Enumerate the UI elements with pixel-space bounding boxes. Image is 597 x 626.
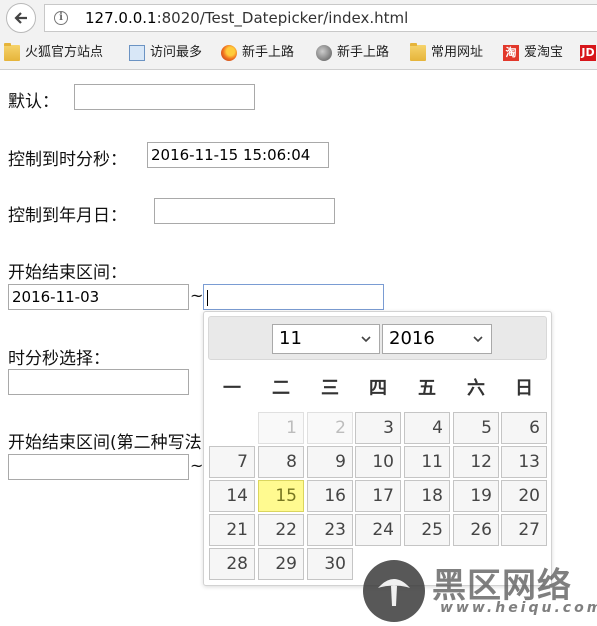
day-cell[interactable]: 4 bbox=[404, 412, 450, 444]
weekday-label: 六 bbox=[467, 378, 485, 399]
day-cell[interactable]: 27 bbox=[501, 514, 547, 546]
mushroom-logo-icon bbox=[378, 579, 410, 606]
day-cell[interactable]: 14 bbox=[209, 480, 255, 512]
day-cell[interactable]: 19 bbox=[453, 480, 499, 512]
day-cell[interactable]: 12 bbox=[453, 446, 499, 478]
day-cell[interactable]: 30 bbox=[307, 548, 353, 580]
default-label: 默认： bbox=[8, 92, 59, 112]
hms-input[interactable]: 2016-11-15 15:06:04 bbox=[147, 142, 329, 168]
ymd-label: 控制到年月日： bbox=[8, 206, 127, 226]
info-icon[interactable]: i bbox=[54, 11, 68, 25]
range2-label: 开始结束区间(第二种写法)： bbox=[8, 433, 226, 453]
chevron-down-icon bbox=[473, 336, 483, 343]
back-button[interactable] bbox=[6, 3, 36, 33]
weekday-label: 四 bbox=[369, 378, 387, 399]
time-label: 时分秒选择： bbox=[8, 349, 110, 369]
month-select[interactable]: 11 bbox=[272, 324, 380, 354]
text-caret bbox=[207, 289, 208, 306]
default-input[interactable] bbox=[74, 84, 255, 110]
range-start-input[interactable]: 2016-11-03 bbox=[8, 284, 189, 310]
range2-start-input[interactable] bbox=[8, 454, 189, 480]
day-cell[interactable]: 11 bbox=[404, 446, 450, 478]
day-cell[interactable]: 6 bbox=[501, 412, 547, 444]
url-text: 127.0.0.1:8020/Test_Datepicker/index.htm… bbox=[85, 9, 409, 27]
weekday-label: 二 bbox=[272, 378, 290, 399]
back-arrow-icon bbox=[14, 12, 27, 24]
range-end-input[interactable] bbox=[203, 284, 384, 310]
watermark-logo bbox=[363, 560, 425, 622]
folder-icon bbox=[4, 43, 20, 61]
weekday-label: 五 bbox=[418, 378, 436, 399]
day-cell[interactable]: 18 bbox=[404, 480, 450, 512]
globe-icon bbox=[316, 45, 332, 61]
day-cell[interactable]: 17 bbox=[355, 480, 401, 512]
range2-separator: ~ bbox=[190, 456, 204, 475]
weekday-label: 一 bbox=[223, 378, 241, 399]
weekday-label: 日 bbox=[515, 378, 533, 399]
day-cell[interactable]: 3 bbox=[355, 412, 401, 444]
day-cell[interactable]: 9 bbox=[307, 446, 353, 478]
url-input[interactable]: i 127.0.0.1:8020/Test_Datepicker/index.h… bbox=[44, 4, 597, 32]
day-cell[interactable]: 22 bbox=[258, 514, 304, 546]
watermark-url: www.heiqu.com bbox=[440, 600, 597, 616]
firefox-icon bbox=[221, 45, 237, 61]
day-cell: 1 bbox=[258, 412, 304, 444]
day-cell[interactable]: 5 bbox=[453, 412, 499, 444]
day-cell[interactable]: 16 bbox=[307, 480, 353, 512]
jd-icon: JD bbox=[580, 45, 596, 61]
day-cell[interactable]: 13 bbox=[501, 446, 547, 478]
day-cell[interactable]: 26 bbox=[453, 514, 499, 546]
bookmarks-bar: 火狐官方站点 访问最多 新手上路 新手上路 常用网址 淘 爱淘宝 JD bbox=[0, 36, 597, 70]
year-select[interactable]: 2016 bbox=[382, 324, 492, 354]
day-cell-today[interactable]: 15 bbox=[258, 480, 304, 512]
ymd-input[interactable] bbox=[154, 198, 335, 224]
most-visited-icon bbox=[129, 45, 145, 61]
day-cell[interactable]: 29 bbox=[258, 548, 304, 580]
day-cell[interactable]: 28 bbox=[209, 548, 255, 580]
month-value: 11 bbox=[279, 328, 302, 349]
datepicker-popup: 11 2016 一二三四五六日 1 2 3 4 5 6 7 8 9 10 11 12 13 14 15 16 1… bbox=[203, 311, 552, 586]
weekday-label: 三 bbox=[321, 378, 339, 399]
day-cell[interactable]: 24 bbox=[355, 514, 401, 546]
day-cell[interactable]: 25 bbox=[404, 514, 450, 546]
range-separator: ~ bbox=[190, 286, 204, 305]
day-cell[interactable]: 21 bbox=[209, 514, 255, 546]
chevron-down-icon bbox=[361, 336, 371, 343]
hms-label: 控制到时分秒： bbox=[8, 150, 127, 170]
day-cell[interactable]: 7 bbox=[209, 446, 255, 478]
range-label: 开始结束区间： bbox=[8, 263, 127, 283]
address-bar: i 127.0.0.1:8020/Test_Datepicker/index.h… bbox=[0, 0, 597, 36]
taobao-icon: 淘 bbox=[503, 45, 519, 61]
year-value: 2016 bbox=[389, 328, 435, 349]
day-cell[interactable]: 10 bbox=[355, 446, 401, 478]
datepicker-header: 11 2016 bbox=[208, 316, 547, 360]
day-cell[interactable]: 8 bbox=[258, 446, 304, 478]
day-cell[interactable]: 20 bbox=[501, 480, 547, 512]
day-cell: 2 bbox=[307, 412, 353, 444]
time-input[interactable] bbox=[8, 369, 189, 395]
folder-icon bbox=[410, 43, 426, 61]
day-cell[interactable]: 23 bbox=[307, 514, 353, 546]
